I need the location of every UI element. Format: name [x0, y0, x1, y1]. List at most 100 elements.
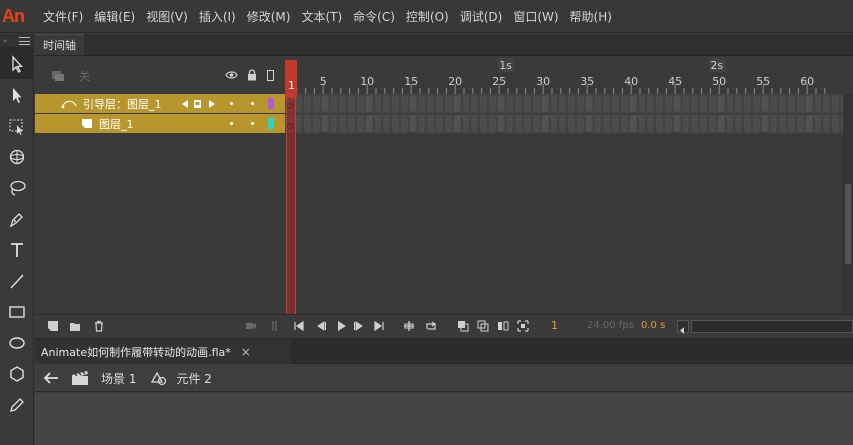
document-tab[interactable]: Animate如何制作履带转动的动画.fla* ×: [35, 339, 291, 364]
layer-name-guide[interactable]: 引导层：图层_1: [83, 96, 162, 112]
frame-cell[interactable]: [426, 114, 435, 133]
frame-cell[interactable]: [408, 114, 418, 133]
frame-cell[interactable]: [532, 114, 541, 133]
menu-edit[interactable]: 编辑(E): [93, 8, 136, 25]
frame-cell[interactable]: [646, 94, 655, 113]
frame-ruler[interactable]: 1510152025303540455055601s2s: [285, 56, 853, 94]
free-transform-tool[interactable]: [0, 110, 34, 141]
step-back-icon[interactable]: [315, 320, 327, 332]
layer-row-guide[interactable]: 引导层：图层_1: [35, 94, 285, 113]
frame-cell[interactable]: [426, 94, 435, 113]
frame-cell[interactable]: [417, 114, 427, 133]
trash-icon[interactable]: [93, 320, 105, 332]
frame-cell[interactable]: [496, 114, 506, 133]
pen-tool[interactable]: [0, 203, 34, 234]
frame-cell[interactable]: [822, 114, 831, 133]
menu-help[interactable]: 帮助(H): [569, 8, 613, 25]
frame-cell[interactable]: [672, 114, 682, 133]
frame-cell[interactable]: [470, 114, 479, 133]
back-arrow-icon[interactable]: [44, 372, 59, 384]
frame-cell[interactable]: [479, 94, 488, 113]
keyframe-nav-icon[interactable]: [181, 99, 217, 109]
frame-cell[interactable]: [347, 94, 356, 113]
frame-cell[interactable]: [699, 94, 708, 113]
frame-cell[interactable]: [593, 114, 603, 133]
frame-cell[interactable]: [778, 114, 787, 133]
frame-cell[interactable]: [408, 94, 418, 113]
frame-cell[interactable]: [532, 94, 541, 113]
last-frame-icon[interactable]: [373, 320, 385, 332]
play-icon[interactable]: [335, 320, 347, 332]
frame-cell[interactable]: [540, 114, 550, 133]
onion-outline-icon[interactable]: [477, 320, 489, 332]
line-tool[interactable]: [0, 265, 34, 296]
frame-cell[interactable]: [523, 94, 532, 113]
frame-cell[interactable]: [356, 114, 365, 133]
elapsed-time-readout[interactable]: 0.0 s: [641, 320, 665, 331]
camera-icon[interactable]: [245, 320, 257, 332]
frame-cell[interactable]: [646, 114, 655, 133]
frame-cell[interactable]: [373, 94, 383, 113]
menu-modify[interactable]: 修改(M): [246, 8, 292, 25]
frame-cell[interactable]: [505, 114, 515, 133]
frame-cell[interactable]: [435, 94, 444, 113]
frame-cell[interactable]: [391, 94, 400, 113]
menu-commands[interactable]: 命令(C): [352, 8, 396, 25]
frame-cell[interactable]: [373, 114, 383, 133]
frame-cell[interactable]: [611, 94, 620, 113]
selection-tool[interactable]: [0, 48, 34, 79]
frame-cell[interactable]: [338, 94, 347, 113]
new-layer-icon[interactable]: [47, 320, 59, 332]
frame-cell[interactable]: [593, 94, 603, 113]
frame-cell[interactable]: [400, 94, 409, 113]
subselection-tool[interactable]: [0, 79, 34, 110]
close-icon[interactable]: ×: [241, 345, 251, 359]
frame-cell[interactable]: [382, 94, 391, 113]
menu-text[interactable]: 文本(T): [300, 8, 343, 25]
pencil-tool[interactable]: [0, 389, 34, 420]
frame-cell[interactable]: [312, 94, 321, 113]
frame-cell[interactable]: [576, 94, 585, 113]
breadcrumb-symbol[interactable]: 元件 2: [176, 370, 211, 387]
scroll-thumb[interactable]: [845, 184, 851, 264]
frame-cell[interactable]: [514, 114, 523, 133]
playhead[interactable]: [286, 60, 296, 331]
frame-cell[interactable]: [356, 94, 365, 113]
frame-cell[interactable]: [708, 94, 717, 113]
scroll-left-button[interactable]: [677, 320, 689, 334]
visibility-dot[interactable]: [230, 122, 233, 125]
frame-cell[interactable]: [637, 94, 647, 113]
frame-cell[interactable]: [329, 114, 339, 133]
frame-cell[interactable]: [681, 114, 691, 133]
frame-cell[interactable]: [804, 114, 814, 133]
frame-cell[interactable]: [725, 94, 735, 113]
layer-row-1[interactable]: 图层_1: [35, 114, 285, 133]
frame-cell[interactable]: [743, 94, 752, 113]
frame-cell[interactable]: [602, 94, 611, 113]
frame-cell[interactable]: [743, 114, 752, 133]
frame-cell[interactable]: [505, 94, 515, 113]
frame-cell[interactable]: [417, 94, 427, 113]
frame-cell[interactable]: [584, 94, 594, 113]
frame-cell[interactable]: [769, 94, 779, 113]
frame-cell[interactable]: [831, 114, 840, 133]
frame-cell[interactable]: [664, 94, 673, 113]
frame-cell[interactable]: [699, 114, 708, 133]
current-frame-readout[interactable]: 1: [551, 319, 558, 332]
frame-cell[interactable]: [716, 94, 726, 113]
frame-cell[interactable]: [470, 94, 479, 113]
frame-cell[interactable]: [461, 114, 471, 133]
frame-cell[interactable]: [769, 114, 779, 133]
visibility-dot[interactable]: [230, 102, 233, 105]
center-frame-icon[interactable]: [403, 320, 415, 332]
frame-cell[interactable]: [496, 94, 506, 113]
frame-cell[interactable]: [338, 114, 347, 133]
frame-cell[interactable]: [804, 94, 814, 113]
frame-cell[interactable]: [435, 114, 444, 133]
frames-row-guide[interactable]: [285, 94, 853, 113]
stage-area[interactable]: [35, 393, 853, 445]
lock-dot[interactable]: [251, 122, 254, 125]
frame-cell[interactable]: [628, 94, 638, 113]
frame-cell[interactable]: [567, 94, 576, 113]
frame-cell[interactable]: [628, 114, 638, 133]
